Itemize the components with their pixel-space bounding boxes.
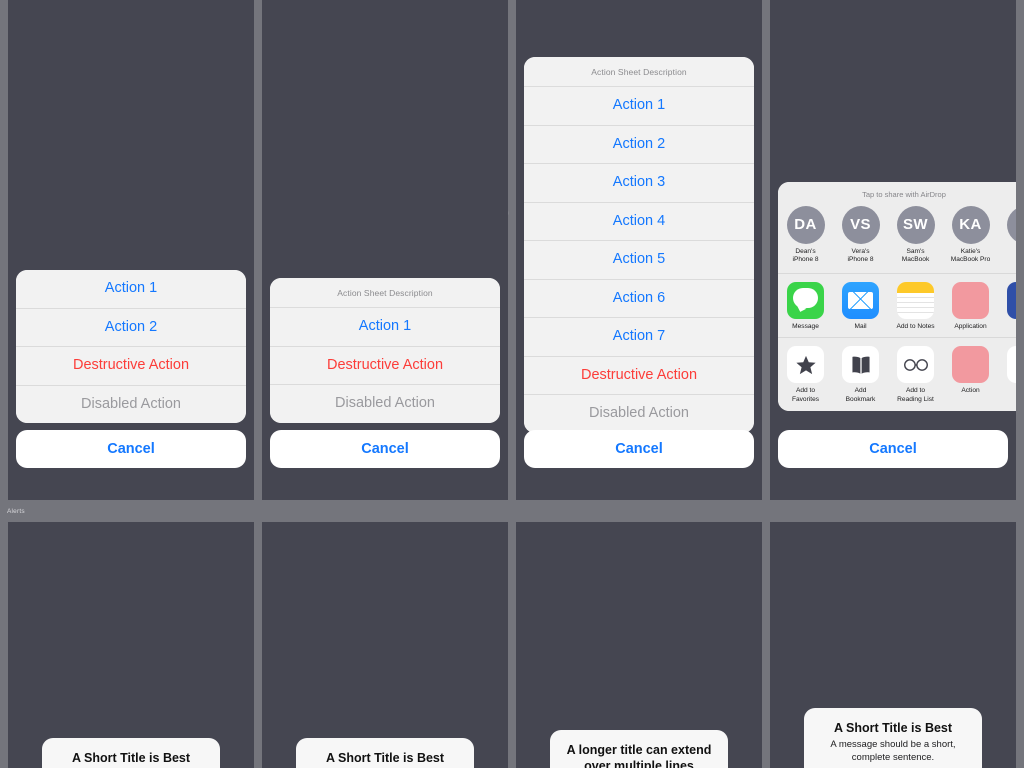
share-action-label: Add to [905, 387, 926, 395]
mail-icon [842, 281, 879, 319]
alert-title: A Short Title is Best [833, 721, 953, 735]
phone-frame-sheet-simple: Action 1 Action 2 Destructive Action Dis… [8, 0, 254, 500]
share-app-label: P [998, 323, 1016, 331]
notes-icon [897, 281, 934, 319]
share-sheet: Tap to share with AirDrop DA Dean's iPho… [778, 182, 1016, 412]
alert-dialog: A longer title can extend over multiple … [550, 730, 728, 768]
action-sheet-row[interactable]: Action 5 [524, 241, 754, 280]
section-label-alerts: Alerts [7, 508, 25, 515]
avatar: DA [786, 206, 825, 244]
message-icon [787, 281, 824, 319]
action-sheet-row[interactable]: Action 6 [524, 279, 754, 318]
action-sheet-row-disabled: Disabled Action [16, 385, 246, 423]
alert-dialog: A Short Title is Best A message should b… [804, 708, 982, 768]
blank-icon [1007, 346, 1016, 384]
airdrop-header: Tap to share with AirDrop [778, 182, 1016, 204]
share-app-message[interactable]: Message [778, 281, 833, 331]
action-sheet-row[interactable]: Action 4 [524, 202, 754, 241]
share-action-generic[interactable]: Action [943, 346, 998, 404]
phone-frame-alert-1: A Short Title is Best [8, 522, 254, 768]
phone-frame-alert-2: A Short Title is Best [262, 522, 508, 768]
share-app-clipped[interactable]: P [998, 281, 1016, 331]
alert-dialog: A Short Title is Best [42, 738, 220, 768]
airdrop-target-label: iPhone 8 [792, 256, 819, 264]
alert-dialog: A Short Title is Best [296, 738, 474, 768]
action-sheet-row-disabled: Disabled Action [270, 385, 500, 423]
airdrop-target-label: MacBook [901, 256, 930, 264]
share-app-label: Message [792, 322, 819, 330]
action-sheet-row[interactable]: Action 1 [16, 270, 246, 309]
share-app-mail[interactable]: Mail [833, 281, 888, 331]
phone-frame-alert-4: A Short Title is Best A message should b… [770, 522, 1016, 768]
phone-frame-alert-3: A longer title can extend over multiple … [516, 522, 762, 768]
airdrop-target[interactable]: VS Vera's iPhone 8 [833, 206, 888, 265]
application-icon-2 [1007, 281, 1016, 319]
share-action-label: Action [961, 387, 980, 395]
action-sheet-row[interactable]: Action 7 [524, 318, 754, 357]
application-icon [952, 281, 989, 319]
airdrop-target-clipped[interactable] [998, 206, 1016, 265]
alert-message: A message should be a short, complete se… [830, 739, 956, 763]
share-action-clipped[interactable] [998, 346, 1016, 404]
share-action-label: Add to [795, 387, 816, 395]
airdrop-target[interactable]: DA Dean's iPhone 8 [778, 206, 833, 265]
action-sheet-simple: Action 1 Action 2 Destructive Action Dis… [16, 270, 246, 423]
alert-title: A Short Title is Best [71, 751, 191, 765]
phone-frame-share-sheet: Tap to share with AirDrop DA Dean's iPho… [770, 0, 1016, 500]
cancel-button[interactable]: Cancel [270, 430, 500, 468]
avatar: SW [896, 206, 935, 244]
action-sheet-description: Action Sheet Description [524, 57, 754, 87]
airdrop-target-label: Katie's [960, 248, 981, 255]
action-sheet-row[interactable]: Action 2 [16, 308, 246, 347]
glasses-icon [897, 346, 934, 384]
book-icon [842, 346, 879, 384]
airdrop-target-label: Sam's [906, 248, 925, 255]
action-sheet-row-destructive[interactable]: Destructive Action [16, 347, 246, 386]
star-icon [787, 346, 824, 384]
cancel-button[interactable]: Cancel [778, 430, 1008, 468]
share-app-label: Application [954, 322, 987, 330]
avatar: KA [951, 206, 990, 244]
screenshot-canvas: 摄图网 摄图网 摄图网 摄图网 摄图网 Action 1 Action 2 De… [0, 0, 1024, 768]
phone-frame-sheet-described: Action Sheet Description Action 1 Destru… [262, 0, 508, 500]
airdrop-target[interactable]: KA Katie's MacBook Pro [943, 206, 998, 265]
phone-frame-sheet-long: Action Sheet Description Action 1 Action… [516, 0, 762, 500]
action-sheet-row-disabled: Disabled Action [524, 395, 754, 433]
action-sheet-row-destructive[interactable]: Destructive Action [270, 346, 500, 385]
share-action-label: Bookmark [845, 395, 876, 403]
cancel-button[interactable]: Cancel [524, 430, 754, 468]
action-sheet-row[interactable]: Action 2 [524, 125, 754, 164]
alert-title: A Short Title is Best [325, 751, 445, 765]
share-apps-row: Message Mail Add to Notes Application [778, 273, 1016, 339]
share-action-favorites[interactable]: Add to Favorites [778, 346, 833, 404]
share-action-reading-list[interactable]: Add to Reading List [888, 346, 943, 404]
airdrop-target-label: Dean's [795, 248, 816, 255]
alert-title: A longer title can extend over multiple … [566, 743, 712, 768]
action-icon [952, 346, 989, 384]
avatar [1006, 206, 1016, 244]
action-sheet-row[interactable]: Action 1 [270, 308, 500, 347]
airdrop-target-label: MacBook Pro [950, 256, 991, 264]
share-app-notes[interactable]: Add to Notes [888, 281, 943, 331]
avatar: VS [841, 206, 880, 244]
share-app-label: Mail [854, 322, 867, 330]
airdrop-target[interactable]: SW Sam's MacBook [888, 206, 943, 265]
airdrop-target-label: Vera's [851, 248, 870, 255]
airdrop-target-label: iPhone 8 [847, 256, 874, 264]
action-sheet-long: Action Sheet Description Action 1 Action… [524, 57, 754, 433]
share-actions-row: Add to Favorites Add Bookmark Add to Rea… [778, 338, 1016, 412]
share-action-label: Reading List [897, 395, 934, 403]
action-sheet-row-destructive[interactable]: Destructive Action [524, 356, 754, 395]
action-sheet-described: Action Sheet Description Action 1 Destru… [270, 278, 500, 423]
share-app-label: Add to Notes [896, 322, 935, 330]
action-sheet-row[interactable]: Action 3 [524, 164, 754, 203]
action-sheet-row[interactable]: Action 1 [524, 87, 754, 126]
share-action-bookmark[interactable]: Add Bookmark [833, 346, 888, 404]
cancel-button[interactable]: Cancel [16, 430, 246, 468]
share-action-label: Favorites [791, 395, 820, 403]
share-action-label: Add [854, 387, 867, 395]
action-sheet-description: Action Sheet Description [270, 278, 500, 308]
share-app-application[interactable]: Application [943, 281, 998, 331]
airdrop-targets-row: DA Dean's iPhone 8 VS Vera's iPhone 8 SW… [778, 204, 1016, 274]
